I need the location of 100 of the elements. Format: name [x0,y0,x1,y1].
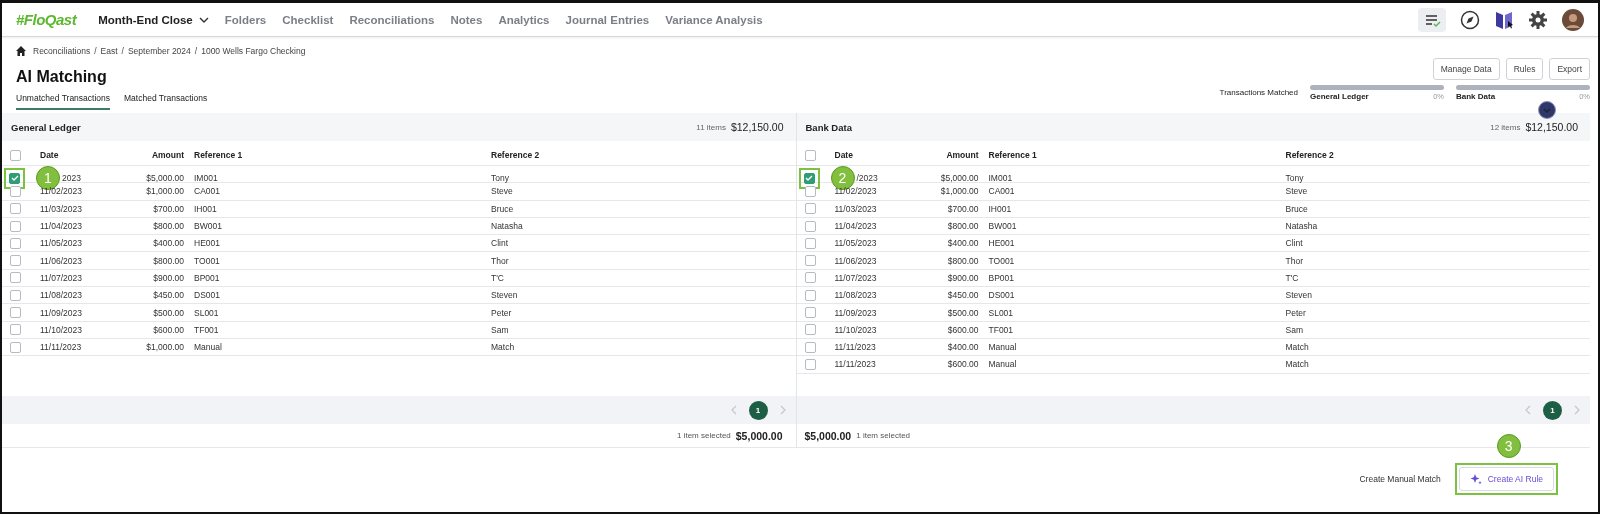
table-cell-text: Thor [1285,255,1304,266]
checkbox[interactable] [804,203,816,215]
header-button[interactable]: Manage Data [1432,58,1500,80]
nav-item[interactable]: Reconciliations [349,13,435,26]
checkbox[interactable] [804,307,816,318]
table-cell-text: $1,000.00 [145,342,184,353]
table-cell-text: $400.00 [152,238,184,249]
nav-item[interactable]: Checklist [282,13,334,26]
column-header: Amount [150,150,184,160]
column-header: Reference 1 [987,150,1038,160]
table-cell-text: BW001 [193,221,223,232]
nav-item[interactable]: Notes [450,13,483,26]
table-cell-text: SL001 [987,307,1015,318]
checkbox[interactable] [804,324,816,336]
tab[interactable]: Unmatched Transactions [16,93,111,110]
chevron-left-icon[interactable] [1525,405,1531,415]
chevron-left-icon[interactable] [730,405,737,415]
header-button[interactable]: Export [1549,58,1590,80]
breadcrumb-link[interactable]: East [100,46,118,56]
table-cell-text: $450.00 [152,290,184,301]
table-cell-text: Steve [491,186,514,197]
checkbox[interactable] [804,272,816,284]
create-ai-rule-button[interactable]: Create AI Rule [1458,467,1554,491]
table-cell-text: Natasha [491,221,524,232]
table-cell-text: Manual [193,342,223,353]
table-cell-text: BP001 [193,272,221,283]
item-count: 12 items [1490,122,1521,132]
table-cell-text: Sam [1285,324,1304,335]
checkbox[interactable] [10,185,21,197]
checkbox[interactable] [10,324,21,336]
checkbox[interactable] [804,358,816,370]
checkbox[interactable] [803,172,815,184]
table-cell-text: Manual [987,359,1018,370]
table-cell-text: $600.00 [946,324,979,335]
checkbox[interactable] [804,185,816,197]
table-cell: 2023 [62,173,81,183]
checkbox[interactable] [804,149,816,161]
nav-item[interactable]: Journal Entries [565,13,650,26]
total-amount: $12,150.00 [1525,121,1578,133]
checkbox[interactable] [10,289,21,301]
panel-title: Bank Data [805,121,852,133]
column-header: Date [834,150,854,160]
home-icon[interactable] [16,46,26,56]
table-cell: 11/03/2023 [834,203,877,214]
chevron-right-icon[interactable] [779,405,786,415]
header-button[interactable]: Rules [1505,58,1544,80]
table-cell-text: CA001 [987,186,1016,197]
table-cell-text: TO001 [193,255,221,266]
table-cell: 11/05/2023 [40,238,82,249]
checkbox[interactable] [10,220,21,232]
selected-total: $5,000.00 [804,429,852,442]
checkbox[interactable] [9,172,20,184]
checkbox[interactable] [804,255,816,267]
list-check-icon[interactable] [1418,7,1446,32]
checkbox[interactable] [804,341,816,353]
checkbox[interactable] [10,149,21,161]
table-cell-text: Match [491,342,516,353]
compass-icon[interactable] [1460,9,1480,30]
nav-item[interactable]: Variance Analysis [665,13,763,26]
table-cell-text: T'C [1285,272,1300,283]
checkbox[interactable] [804,237,816,249]
page-button[interactable]: 1 [748,400,768,420]
table-cell: 11/11/2023 [834,342,876,353]
nav-item[interactable]: Month-End Close [98,13,209,26]
table-cell-text: Thor [491,255,510,266]
breadcrumb-link[interactable]: September 2024 [127,46,191,56]
table-cell-text: Tony [1285,173,1305,183]
table-cell-text: TF001 [987,324,1015,335]
table-cell-text: $900.00 [946,272,979,283]
table-cell-text: CA001 [193,186,221,197]
nav-item[interactable]: Analytics [498,13,550,26]
checkbox[interactable] [10,272,21,284]
table-cell: 11/04/2023 [40,221,82,232]
check-icon [10,175,19,181]
avatar[interactable] [1562,8,1584,31]
table-cell-text: Manual [987,342,1018,353]
table-cell-text: $800.00 [152,255,184,266]
tab[interactable]: Matched Transactions [124,93,208,110]
table-cell-text: Natasha [1285,221,1319,232]
page-button[interactable]: 1 [1543,400,1562,420]
table-cell-text: Peter [1285,307,1307,318]
checkbox[interactable] [804,220,816,232]
breadcrumb-link[interactable]: 1000 Wells Fargo Checking [201,46,306,56]
chevron-right-icon[interactable] [1574,405,1580,415]
book-icon[interactable] [1494,9,1514,30]
checkbox[interactable] [10,203,21,215]
table-cell-text: Steven [1285,290,1313,301]
panel-title: General Ledger [11,121,81,133]
checkbox[interactable] [10,307,21,318]
table-cell-text: BW001 [987,221,1018,232]
table-cell-text: IM001 [193,173,219,183]
nav-item[interactable]: Folders [224,13,267,26]
table-cell-text: IH001 [987,203,1013,214]
settings-icon[interactable] [1528,9,1548,30]
checkbox[interactable] [10,255,21,267]
breadcrumb-link[interactable]: Reconciliations [33,46,91,56]
checkbox[interactable] [10,237,21,249]
checkbox[interactable] [10,341,21,353]
checkbox[interactable] [804,289,816,301]
page-title: AI Matching [16,68,108,86]
